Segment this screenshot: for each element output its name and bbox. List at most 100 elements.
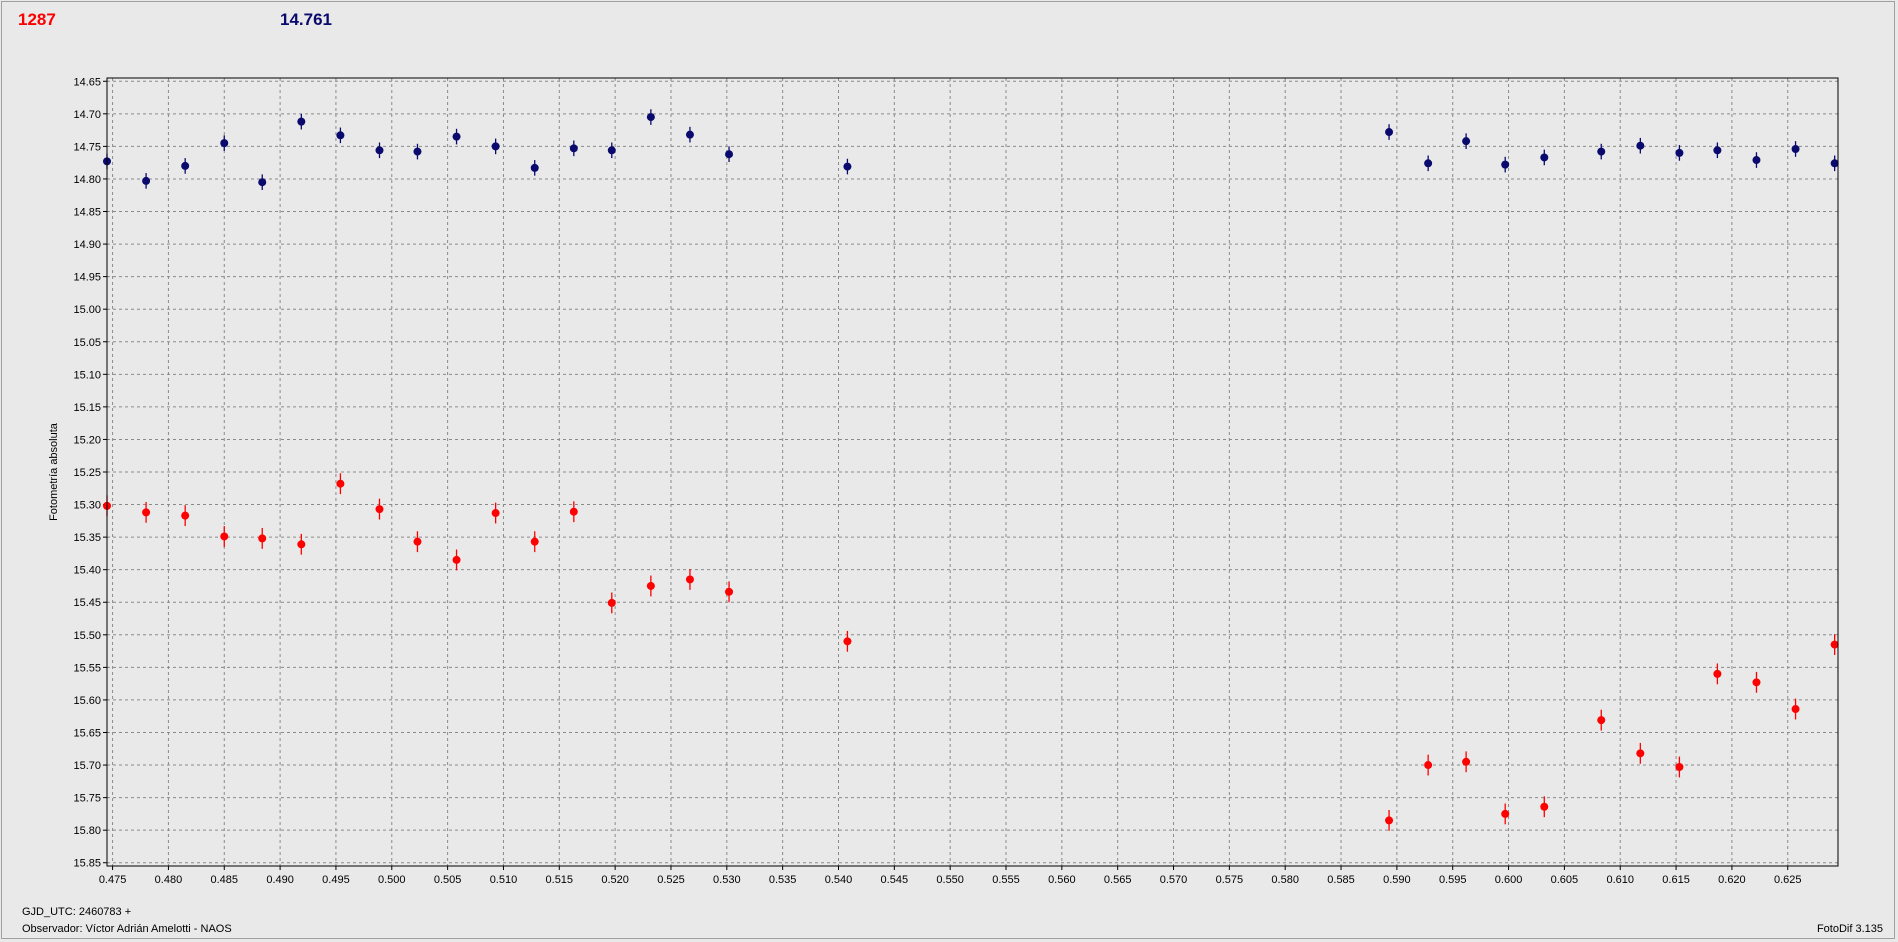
blue-data-point [413, 147, 422, 156]
y-tick-label: 14.85 [73, 207, 101, 219]
red-data-point [336, 479, 345, 488]
blue-data-point [142, 176, 151, 185]
software-version-label: FotoDif 3.135 [1816, 923, 1883, 935]
red-data-point [375, 505, 384, 514]
x-tick-label: 0.570 [1160, 874, 1188, 886]
blue-data-point [843, 162, 852, 171]
red-data-point [607, 598, 616, 607]
red-data-point [1752, 678, 1761, 687]
red-data-point [569, 507, 578, 516]
y-tick-label: 14.75 [73, 141, 101, 153]
red-data-point [1636, 749, 1645, 758]
red-data-point [1424, 761, 1433, 770]
x-tick-label: 0.575 [1216, 874, 1244, 886]
blue-data-point [1385, 128, 1394, 137]
red-data-point [1462, 757, 1471, 766]
y-tick-label: 15.80 [73, 825, 101, 837]
y-tick-label: 14.70 [73, 109, 101, 121]
x-tick-label: 0.580 [1271, 874, 1299, 886]
x-tick-label: 0.595 [1439, 874, 1467, 886]
x-tick-label: 0.605 [1551, 874, 1579, 886]
x-tick-label: 0.510 [490, 874, 518, 886]
x-tick-label: 0.590 [1383, 874, 1411, 886]
red-data-point [142, 508, 151, 517]
x-tick-label: 0.485 [210, 874, 238, 886]
y-tick-label: 15.25 [73, 467, 101, 479]
gjd-origin-label: GJD_UTC: 2460783 + [22, 906, 132, 918]
x-tick-label: 0.495 [322, 874, 350, 886]
x-tick-label: 0.475 [99, 874, 127, 886]
red-data-point [843, 637, 852, 646]
red-data-point [452, 555, 461, 564]
blue-data-point [1752, 156, 1761, 165]
x-tick-label: 0.540 [825, 874, 853, 886]
red-data-point [530, 537, 539, 546]
y-tick-label: 15.65 [73, 727, 101, 739]
y-tick-label: 14.90 [73, 239, 101, 251]
light-curve-chart[interactable]: 14.65 14.70 14.75 14.80 14.85 14.90 14.95 15.00… [0, 0, 1898, 900]
blue-data-point [1636, 141, 1645, 150]
red-data-point [258, 534, 267, 543]
x-tick-label: 0.560 [1048, 874, 1076, 886]
red-data-point [1501, 809, 1510, 818]
x-tick-label: 0.500 [378, 874, 406, 886]
red-data-point [685, 575, 694, 584]
y-tick-label: 15.35 [73, 532, 101, 544]
blue-data-point [1597, 147, 1606, 156]
y-tick-label: 14.65 [73, 76, 101, 88]
red-data-point [220, 532, 229, 541]
y-axis: 14.65 14.70 14.75 14.80 14.85 14.90 14.95 15.00… [73, 76, 107, 870]
red-data-point [297, 540, 306, 549]
x-tick-label: 0.610 [1606, 874, 1634, 886]
y-tick-label: 15.10 [73, 369, 101, 381]
x-tick-label: 0.625 [1774, 874, 1802, 886]
blue-data-point [1791, 144, 1800, 153]
red-data-point [1675, 763, 1684, 772]
blue-data-point [220, 139, 229, 148]
red-data-point [491, 509, 500, 518]
y-tick-label: 15.30 [73, 500, 101, 512]
x-tick-label: 0.490 [266, 874, 294, 886]
blue-data-point [1830, 159, 1839, 168]
x-tick-label: 0.555 [992, 874, 1020, 886]
red-data-point [1713, 669, 1722, 678]
x-tick-label: 0.535 [769, 874, 797, 886]
blue-data-point [1540, 153, 1549, 162]
x-axis: 0.475 0.480 0.485 0.490 0.495 0.500 0.505 0.510… [99, 866, 1802, 886]
x-tick-label: 0.505 [434, 874, 462, 886]
x-tick-label: 0.585 [1327, 874, 1355, 886]
y-tick-label: 15.70 [73, 760, 101, 772]
y-tick-label: 15.55 [73, 662, 101, 674]
x-tick-label: 0.525 [657, 874, 685, 886]
blue-data-point [530, 163, 539, 172]
y-tick-label: 15.45 [73, 597, 101, 609]
blue-data-point [297, 117, 306, 126]
y-tick-label: 14.80 [73, 174, 101, 186]
blue-data-point [452, 132, 461, 141]
blue-data-point [1675, 148, 1684, 157]
y-tick-label: 15.40 [73, 565, 101, 577]
blue-data-point [1424, 159, 1433, 168]
blue-data-point [491, 142, 500, 151]
x-tick-label: 0.550 [936, 874, 964, 886]
red-data-point [1597, 716, 1606, 725]
blue-data-point [569, 144, 578, 153]
red-data-point [1791, 705, 1800, 714]
red-data-point [1385, 816, 1394, 825]
x-tick-label: 0.545 [881, 874, 909, 886]
y-tick-label: 15.60 [73, 695, 101, 707]
y-tick-label: 15.85 [73, 858, 101, 870]
blue-data-point [1462, 137, 1471, 146]
blue-data-point [607, 146, 616, 155]
red-data-point [725, 587, 734, 596]
red-data-point [646, 581, 655, 590]
red-data-point [1540, 802, 1549, 811]
x-tick-label: 0.480 [155, 874, 183, 886]
red-data-point [1830, 640, 1839, 649]
blue-data-point [375, 146, 384, 155]
x-tick-label: 0.600 [1495, 874, 1523, 886]
y-tick-label: 15.50 [73, 630, 101, 642]
x-tick-label: 0.515 [546, 874, 574, 886]
blue-data-point [336, 131, 345, 140]
observer-label: Observador: Víctor Adrián Amelotti - NAO… [22, 923, 232, 935]
